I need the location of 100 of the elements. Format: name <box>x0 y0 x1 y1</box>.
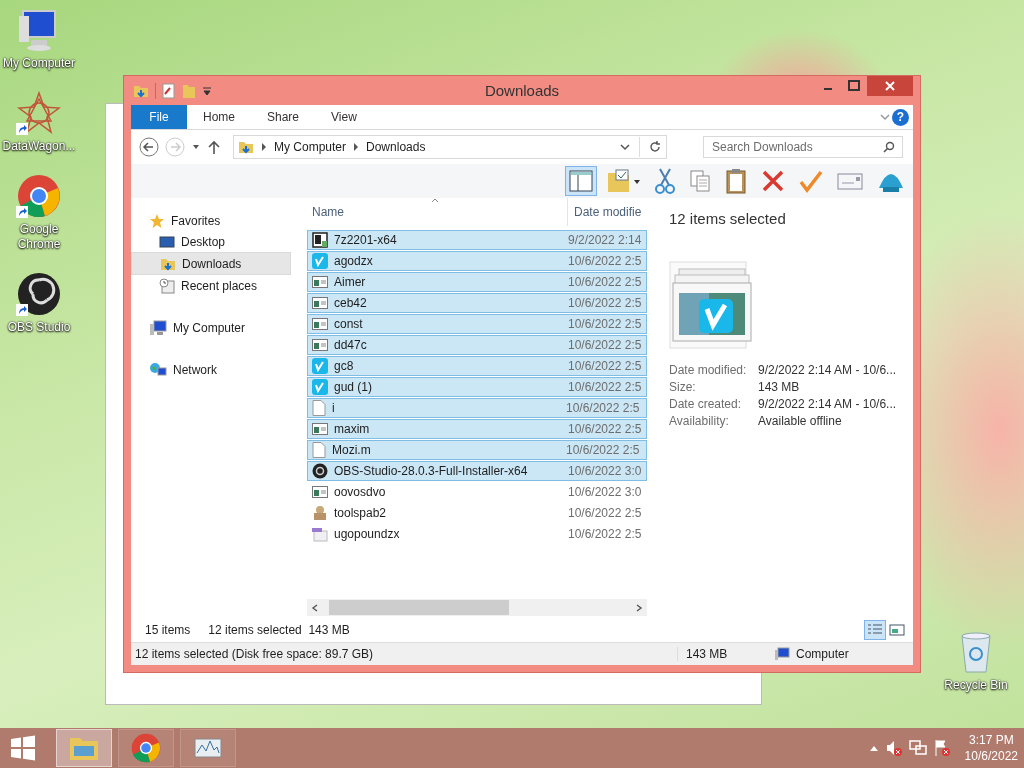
file-date: 10/6/2022 2:5 <box>568 254 643 268</box>
nav-item[interactable]: Downloads <box>131 252 291 275</box>
nav-item[interactable]: Desktop <box>131 231 291 252</box>
file-row[interactable]: agodzx 10/6/2022 2:5 <box>307 251 647 271</box>
help-button[interactable]: ? <box>892 108 909 126</box>
file-date: 10/6/2022 2:5 <box>568 359 643 373</box>
recycle-bin-icon[interactable] <box>958 630 994 674</box>
file-row[interactable]: Mozi.m 10/6/2022 2:5 <box>307 440 647 460</box>
file-name: dd47c <box>334 338 368 352</box>
recent-places-icon <box>159 277 175 294</box>
status-size: 143 MB <box>677 647 768 661</box>
preview-pane-button[interactable] <box>565 166 597 196</box>
file-row[interactable]: 7z2201-x64 9/2/2022 2:14 <box>307 230 647 250</box>
globe-icon <box>149 361 167 378</box>
scroll-left-icon[interactable] <box>311 603 319 612</box>
folder-checkmark-icon <box>607 169 641 193</box>
obs-icon[interactable] <box>17 272 61 316</box>
property-label: Date modified: <box>669 363 748 377</box>
clock-date[interactable]: 10/6/2022 <box>964 748 1018 764</box>
nav-item[interactable]: My Computer <box>131 317 291 338</box>
refresh-icon <box>648 140 662 154</box>
file-date: 10/6/2022 2:5 <box>568 422 643 436</box>
property-value: Available offline <box>758 414 843 428</box>
window-title: Downloads <box>484 82 560 99</box>
copy-icon <box>689 169 711 193</box>
speaker-muted-icon[interactable] <box>884 739 903 757</box>
window-file-icon <box>312 274 328 290</box>
properties-icon[interactable] <box>162 82 176 99</box>
dropdown-icon[interactable] <box>202 85 212 96</box>
monitor-taskbar-button[interactable] <box>180 729 236 767</box>
package-icon <box>312 505 328 521</box>
close-button[interactable] <box>867 76 913 96</box>
property-label: Availability: <box>669 414 730 428</box>
file-date: 10/6/2022 2:5 <box>566 401 641 415</box>
media-file-icon <box>312 526 328 542</box>
file-row[interactable]: toolspab2 10/6/2022 2:5 <box>307 503 647 523</box>
chrome-icon <box>131 733 161 763</box>
ribbon-tab[interactable]: View <box>315 105 373 129</box>
star-pattern-icon[interactable] <box>17 91 61 135</box>
clock-time[interactable]: 3:17 PM <box>968 732 1014 748</box>
file-name: ceb42 <box>334 296 368 310</box>
details-view-button[interactable] <box>864 620 886 640</box>
file-row[interactable]: oovosdvo 10/6/2022 3:0 <box>307 482 647 502</box>
file-row[interactable]: maxim 10/6/2022 2:5 <box>307 419 647 439</box>
checkmark-icon <box>799 169 823 193</box>
file-date: 10/6/2022 2:5 <box>568 506 643 520</box>
scrollbar-thumb[interactable] <box>329 600 509 615</box>
ribbon-tab[interactable]: Home <box>187 105 251 129</box>
nav-item[interactable]: Recent places <box>131 275 291 296</box>
chrome-icon[interactable] <box>17 174 61 218</box>
file-row[interactable]: const 10/6/2022 2:5 <box>307 314 647 334</box>
file-row[interactable]: dd47c 10/6/2022 2:5 <box>307 335 647 355</box>
blank-file-icon <box>312 400 326 416</box>
file-row[interactable]: OBS-Studio-28.0.3-Full-Installer-x64 10/6/2022 3:0 <box>307 461 647 481</box>
up-arrow-icon[interactable] <box>207 139 221 155</box>
address-bar[interactable]: My Computer Downloads <box>233 135 667 159</box>
file-name: Aimer <box>334 275 367 289</box>
explorer-taskbar-button[interactable] <box>56 729 112 767</box>
window-file-icon <box>312 484 328 500</box>
file-name: ugopoundzx <box>334 527 401 541</box>
file-name: maxim <box>334 422 371 436</box>
file-name: oovosdvo <box>334 485 387 499</box>
close-icon <box>884 80 896 92</box>
column-header[interactable]: Name <box>307 205 567 219</box>
vimeo-icon <box>312 253 328 269</box>
file-row[interactable]: Aimer 10/6/2022 2:5 <box>307 272 647 292</box>
file-row[interactable]: ceb42 10/6/2022 2:5 <box>307 293 647 313</box>
search-field[interactable]: Search Downloads <box>703 136 903 158</box>
back-icon[interactable] <box>139 137 159 157</box>
file-name: Mozi.m <box>332 443 372 457</box>
star-icon <box>149 212 165 229</box>
desktop-icon <box>159 234 175 249</box>
network-icon[interactable] <box>908 739 927 757</box>
flag-icon[interactable] <box>932 739 951 757</box>
column-header[interactable]: Date modifie <box>567 198 647 226</box>
ribbon-tab[interactable]: File <box>131 105 187 129</box>
nav-item[interactable]: Favorites <box>131 210 291 231</box>
file-row[interactable]: gc8 10/6/2022 2:5 <box>307 356 647 376</box>
file-row[interactable]: ugopoundzx 10/6/2022 2:5 <box>307 524 647 544</box>
scroll-right-icon[interactable] <box>635 603 643 612</box>
file-name: 7z2201-x64 <box>334 233 398 247</box>
horizontal-scrollbar[interactable] <box>307 599 647 616</box>
chrome-taskbar-button[interactable] <box>118 729 174 767</box>
status-summary: 12 items selected (Disk free space: 89.7 GB) <box>135 647 375 661</box>
scissors-icon <box>655 168 675 194</box>
property-label: Size: <box>669 380 697 394</box>
file-name: i <box>332 401 336 415</box>
search-icon[interactable] <box>883 141 895 153</box>
file-row[interactable]: i 10/6/2022 2:5 <box>307 398 647 418</box>
file-name: toolspab2 <box>334 506 388 520</box>
ribbon-tab[interactable]: Share <box>251 105 316 129</box>
file-date: 10/6/2022 2:5 <box>568 317 643 331</box>
nav-item[interactable]: Network <box>131 359 291 380</box>
file-row[interactable]: gud (1) 10/6/2022 2:5 <box>307 377 647 397</box>
clipboard-icon <box>725 168 747 194</box>
show-hidden-icons-icon[interactable] <box>868 744 879 752</box>
blank-file-icon <box>312 442 326 458</box>
windows-logo-icon[interactable] <box>10 735 36 761</box>
performance-monitor-icon <box>193 735 223 761</box>
property-value: 9/2/2022 2:14 AM - 10/6... <box>758 363 898 377</box>
